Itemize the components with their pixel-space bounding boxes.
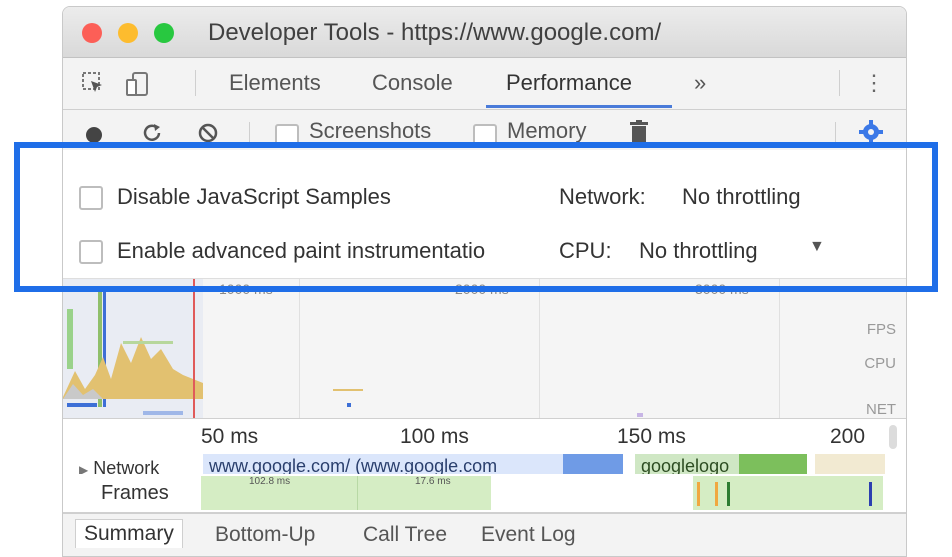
ruler-tick-label: 200 (830, 425, 866, 448)
close-window-button[interactable] (82, 23, 102, 43)
inspect-element-icon[interactable] (81, 71, 105, 101)
tab-event-log[interactable]: Event Log (481, 523, 576, 547)
vertical-scrollbar[interactable] (889, 425, 897, 449)
toolbar-separator (249, 122, 250, 148)
tab-call-tree[interactable]: Call Tree (363, 523, 447, 547)
disable-js-samples-checkbox[interactable] (79, 186, 103, 210)
expand-triangle-icon[interactable]: ▶ (79, 463, 88, 474)
network-request-label: googlelogo (641, 456, 730, 474)
screenshots-checkbox[interactable] (275, 124, 299, 148)
devtools-window: Developer Tools - https://www.google.com… (62, 6, 907, 557)
frame-marker (715, 482, 718, 506)
tab-bottom-up[interactable]: Bottom-Up (215, 523, 315, 547)
more-options-icon[interactable]: ⋮ (863, 70, 885, 96)
time-ruler: 50 ms 100 ms 150 ms 200 (63, 418, 906, 453)
frames-track-label: Frames (101, 482, 169, 504)
capture-settings-pane: Disable JavaScript Samples Network: No t… (63, 150, 906, 278)
frame-marker (869, 482, 872, 506)
network-request-bar[interactable] (815, 454, 885, 474)
timeline-overview[interactable]: 1000 ms 2000 ms 3000 ms FPS CPU NET (63, 278, 906, 419)
clear-icon[interactable] (197, 122, 219, 150)
overview-activity-graph (63, 279, 643, 419)
disable-js-samples-label: Disable JavaScript Samples (117, 184, 391, 209)
more-tabs-button[interactable]: » (694, 70, 706, 96)
title-bar: Developer Tools - https://www.google.com… (63, 7, 906, 58)
chevron-down-icon[interactable]: ▼ (809, 238, 825, 256)
tab-separator (839, 70, 840, 96)
tab-console[interactable]: Console (372, 70, 453, 96)
device-toolbar-icon[interactable] (125, 71, 151, 103)
frame-duration: 102.8 ms (249, 476, 291, 487)
ruler-tick-label: 50 ms (201, 425, 259, 448)
tab-elements[interactable]: Elements (229, 70, 321, 96)
network-throttling-select[interactable]: No throttling (682, 184, 801, 210)
record-icon[interactable] (85, 124, 103, 150)
network-request-bar[interactable] (739, 454, 807, 474)
tab-separator (195, 70, 196, 96)
frame-duration: 17.6 ms (415, 476, 451, 487)
ruler-tick-label: 150 ms (617, 425, 686, 448)
trash-icon[interactable] (629, 120, 649, 150)
cpu-throttling-select[interactable]: No throttling (639, 238, 758, 264)
minimize-window-button[interactable] (118, 23, 138, 43)
window-title: Developer Tools - https://www.google.com… (208, 19, 662, 46)
network-throttling-label: Network: (559, 184, 646, 209)
frame-divider (357, 476, 358, 510)
ruler-tick-label: 100 ms (400, 425, 469, 448)
tab-summary[interactable]: Summary (75, 519, 183, 548)
frame-marker (727, 482, 730, 506)
zoom-window-button[interactable] (154, 23, 174, 43)
frame-bar[interactable] (693, 476, 883, 510)
memory-label: Memory (507, 118, 587, 143)
reload-icon[interactable] (141, 122, 163, 150)
toolbar-separator (835, 122, 836, 148)
details-tab-bar: Summary Bottom-Up Call Tree Event Log (63, 513, 906, 556)
advanced-paint-checkbox[interactable] (79, 240, 103, 264)
screenshots-label: Screenshots (309, 118, 432, 143)
performance-toolbar: Screenshots Memory (63, 110, 906, 150)
frames-track[interactable]: Frames 102.8 ms 17.6 ms (63, 474, 906, 513)
cpu-throttling-label: CPU: (559, 238, 612, 263)
advanced-paint-label: Enable advanced paint instrumentatio (117, 238, 486, 263)
network-track-label: ▶ Network (79, 458, 159, 474)
capture-settings-gear-icon[interactable] (859, 120, 883, 150)
network-request-label: www.google.com/ (www.google.com (209, 456, 498, 474)
frame-marker (697, 482, 700, 506)
network-request-bar[interactable] (563, 454, 623, 474)
network-track[interactable]: ▶ Network www.google.com/ (www.google.co… (63, 452, 906, 474)
main-tab-bar: Elements Console Performance » ⋮ (63, 58, 906, 110)
tab-performance[interactable]: Performance (506, 70, 632, 96)
memory-checkbox[interactable] (473, 124, 497, 148)
active-tab-indicator (486, 105, 672, 108)
network-track-title: Network (93, 458, 160, 474)
